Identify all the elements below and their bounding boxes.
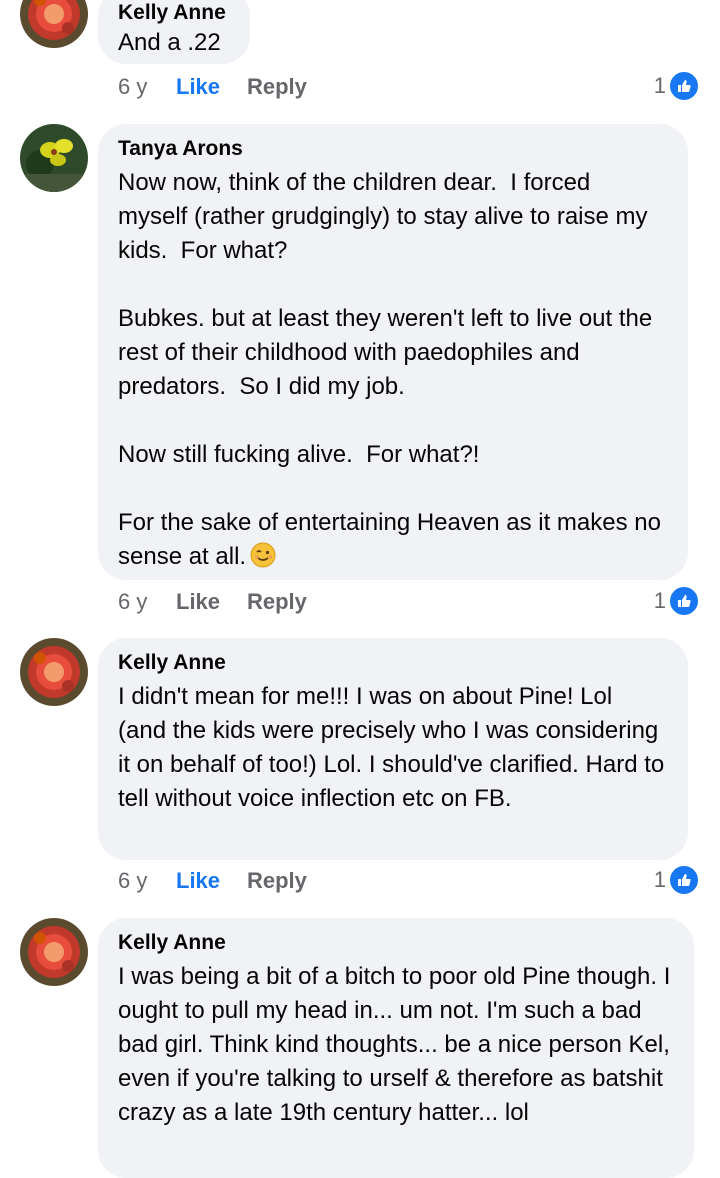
comment-bubble: Kelly Anne I didn't mean for me!!! I was… [98, 638, 688, 860]
avatar[interactable] [20, 638, 88, 706]
comment-author[interactable]: Kelly Anne [118, 0, 228, 26]
comment-timestamp[interactable]: 6 y [118, 72, 147, 102]
comment-text: Now now, think of the children dear. I f… [118, 166, 666, 574]
winking-face-icon [250, 542, 276, 568]
reply-button[interactable]: Reply [247, 587, 307, 617]
orchid-avatar-icon [20, 124, 88, 192]
comment-author[interactable]: Kelly Anne [118, 650, 666, 676]
reaction-summary[interactable]: 1 [653, 585, 700, 617]
comment-text: I didn't mean for me!!! I was on about P… [118, 683, 671, 812]
avatar[interactable] [20, 124, 88, 192]
flower-avatar-icon [20, 0, 88, 48]
comment-text: And a .22 [118, 29, 221, 56]
thumbs-up-icon [668, 585, 700, 617]
reply-button[interactable]: Reply [247, 866, 307, 896]
comment-bubble: Kelly Anne I was being a bit of a bitch … [98, 918, 694, 1178]
like-button[interactable]: Like [176, 72, 220, 102]
avatar[interactable] [20, 0, 88, 48]
comment-timestamp[interactable]: 6 y [118, 587, 147, 617]
reaction-summary[interactable]: 1 [653, 864, 700, 896]
flower-avatar-icon [20, 638, 88, 706]
comment-timestamp[interactable]: 6 y [118, 866, 147, 896]
avatar[interactable] [20, 918, 88, 986]
thumbs-up-icon [668, 864, 700, 896]
reply-button[interactable]: Reply [247, 72, 307, 102]
flower-avatar-icon [20, 918, 88, 986]
comment-text: I was being a bit of a bitch to poor old… [118, 963, 678, 1126]
reaction-summary[interactable]: 1 [653, 70, 700, 102]
reaction-count: 1 [653, 588, 666, 613]
comment-author[interactable]: Tanya Arons [118, 136, 666, 162]
comment-text-body: Now now, think of the children dear. I f… [118, 169, 661, 570]
like-button[interactable]: Like [176, 866, 220, 896]
reaction-count: 1 [653, 867, 666, 892]
reaction-count: 1 [653, 73, 666, 98]
comment-bubble: Tanya Arons Now now, think of the childr… [98, 124, 688, 580]
comment-bubble: Kelly Anne And a .22 [98, 0, 250, 64]
thumbs-up-icon [668, 70, 700, 102]
comment-author[interactable]: Kelly Anne [118, 930, 672, 956]
like-button[interactable]: Like [176, 587, 220, 617]
